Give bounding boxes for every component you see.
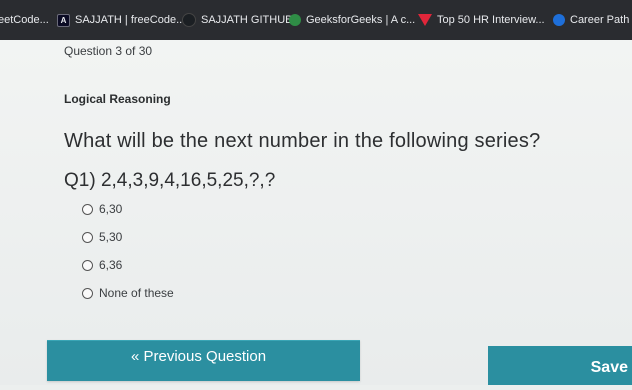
bookmark-label: Career Path | [570,14,632,26]
option-label: 5,30 [99,230,123,244]
github-icon [182,13,196,27]
bookmark-label: SAJJATH GITHUB [201,14,293,26]
bookmark-github[interactable]: SAJJATH GITHUB [182,0,292,40]
radio-button[interactable] [82,231,93,243]
bookmark-career-path[interactable]: Career Path | [553,0,632,40]
radio-button[interactable] [82,287,93,299]
option-label: None of these [99,286,174,300]
option-label: 6,36 [99,258,123,272]
option-label: 6,30 [99,202,123,216]
bookmark-freecodecamp[interactable]: A SAJJATH | freeCode... [57,0,185,40]
bookmark-label: eetCode... [0,14,49,26]
bookmark-geeksforgeeks[interactable]: GeeksforGeeks | A c... [289,0,415,40]
bookmark-label: Top 50 HR Interview... [437,14,545,26]
red-triangle-icon [418,14,432,26]
bookmarks-bar: eetCode... A SAJJATH | freeCode... SAJJA… [0,0,632,40]
option-2[interactable]: 5,30 [82,230,122,244]
option-3[interactable]: 6,36 [82,258,122,272]
bookmark-label: GeeksforGeeks | A c... [306,14,416,26]
save-button[interactable]: Save [488,346,632,385]
question-text: What will be the next number in the foll… [64,130,541,152]
bookmark-hr-interview[interactable]: Top 50 HR Interview... [418,0,545,40]
radio-button[interactable] [82,259,93,271]
option-1[interactable]: 6,30 [82,202,122,216]
geeksforgeeks-icon [289,14,301,26]
question-progress: Question 3 of 30 [64,44,153,58]
career-path-icon [553,14,565,26]
bookmark-leetcode[interactable]: eetCode... [0,0,49,40]
option-4[interactable]: None of these [82,286,174,300]
quiz-panel: Question 3 of 30 Logical Reasoning What … [0,40,632,385]
question-category: Logical Reasoning [64,92,171,106]
previous-question-button[interactable]: « Previous Question [47,340,360,381]
radio-button[interactable] [82,203,93,215]
question-series: Q1) 2,4,3,9,4,16,5,25,?,? [64,170,276,191]
freecodecamp-icon: A [57,13,70,27]
bookmark-label: SAJJATH | freeCode... [75,14,186,26]
